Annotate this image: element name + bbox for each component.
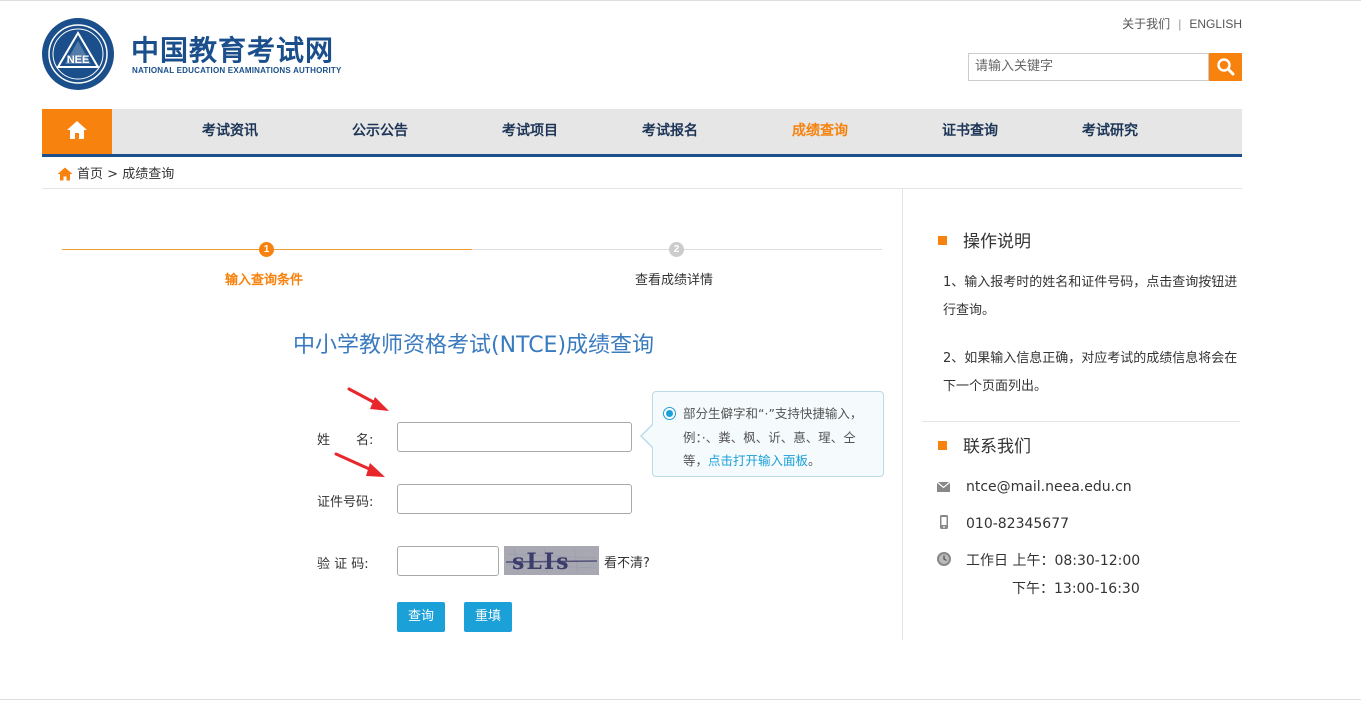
step-1-marker: 1 xyxy=(259,242,274,257)
page: NEE 中国教育考试网 NATIONAL EDUCATION EXAMINATI… xyxy=(0,0,1361,701)
reset-button[interactable]: 重填 xyxy=(464,602,512,632)
hours-pm-text: 下午：13:00-16:30 xyxy=(1012,581,1140,597)
tip-radio-icon xyxy=(663,407,676,420)
id-number-label: 证件号码: xyxy=(317,495,374,510)
captcha-image[interactable]: sLIs xyxy=(504,546,599,575)
breadcrumb: 首页 > 成绩查询 xyxy=(57,163,174,182)
breadcrumb-home[interactable]: 首页 xyxy=(77,167,103,182)
email-text: ntce@mail.neea.edu.cn xyxy=(966,479,1132,495)
tip-text: 部分生僻字和“·”支持快捷输入，例：·、粪、枫、䜣、惪、瑆、仝等，点击打开输入面… xyxy=(683,402,873,473)
nav-underline xyxy=(42,154,1242,157)
mail-icon xyxy=(936,481,951,492)
contact-heading: 联系我们 xyxy=(938,432,1031,457)
id-number-input[interactable] xyxy=(397,484,632,514)
heading-marker-icon xyxy=(938,441,947,450)
nav-item-exam-news[interactable]: 考试资讯 xyxy=(202,109,258,154)
nav-home-button[interactable] xyxy=(42,109,112,154)
captcha-label: 验 证 码: xyxy=(317,557,369,572)
query-button[interactable]: 查询 xyxy=(397,602,445,632)
instruction-2: 2、如果输入信息正确，对应考试的成绩信息将会在下一个页面列出。 xyxy=(943,351,1238,394)
heading-marker-icon xyxy=(938,236,947,245)
step-2-marker: 2 xyxy=(669,242,684,257)
top-links: 关于我们 | ENGLISH xyxy=(1122,15,1242,32)
sidebar-divider xyxy=(922,421,1240,422)
about-link[interactable]: 关于我们 xyxy=(1122,17,1170,31)
open-input-panel-link[interactable]: 点击打开输入面板 xyxy=(708,453,808,468)
site-logo[interactable]: NEE 中国教育考试网 NATIONAL EDUCATION EXAMINATI… xyxy=(41,17,341,92)
nav-item-exam-research[interactable]: 考试研究 xyxy=(1082,109,1138,154)
contact-title: 联系我们 xyxy=(963,437,1031,457)
search-button[interactable] xyxy=(1209,53,1242,81)
phone-text: 010-82345677 xyxy=(966,516,1070,532)
logo-subtitle: NATIONAL EDUCATION EXAMINATIONS AUTHORIT… xyxy=(132,66,342,75)
home-icon xyxy=(67,121,87,139)
instruction-1: 1、输入报考时的姓名和证件号码，点击查询按钮进行查询。 xyxy=(943,275,1238,318)
search-input[interactable]: 请输入关键字 xyxy=(968,53,1209,81)
english-link[interactable]: ENGLISH xyxy=(1189,17,1242,31)
breadcrumb-separator: > xyxy=(107,167,119,182)
phone-icon xyxy=(940,515,948,529)
top-border xyxy=(0,0,1361,1)
breadcrumb-current: 成绩查询 xyxy=(122,167,175,182)
nav-item-certificate-query[interactable]: 证书查询 xyxy=(942,109,998,154)
annotation-arrow-icon xyxy=(347,387,389,411)
name-label: 姓 名: xyxy=(317,433,374,448)
hours-am-text: 工作日 上午：08:30-12:00 xyxy=(966,553,1141,569)
captcha-graphic: sLIs xyxy=(504,546,599,575)
contact-email: ntce@mail.neea.edu.cn xyxy=(936,479,1132,495)
bottom-border xyxy=(0,699,1361,700)
tip-arrow-inner xyxy=(642,425,653,447)
step-2-label: 查看成绩详情 xyxy=(635,273,714,288)
main-nav: 考试资讯 公示公告 考试项目 考试报名 成绩查询 证书查询 考试研究 xyxy=(42,109,1242,154)
nav-item-exam-programs[interactable]: 考试项目 xyxy=(502,109,558,154)
home-small-icon xyxy=(57,167,73,181)
captcha-input[interactable] xyxy=(397,546,499,576)
form-title: 中小学教师资格考试(NTCE)成绩查询 xyxy=(293,333,655,358)
nav-item-announcements[interactable]: 公示公告 xyxy=(352,109,408,154)
instructions-heading: 操作说明 xyxy=(938,227,1031,252)
step-1-label: 输入查询条件 xyxy=(225,273,304,288)
contact-phone: 010-82345677 xyxy=(936,514,1069,532)
breadcrumb-divider xyxy=(42,188,1242,189)
name-input[interactable] xyxy=(397,422,632,452)
search-icon xyxy=(1217,58,1235,76)
svg-text:NEE: NEE xyxy=(67,54,90,66)
captcha-refresh-link[interactable]: 看不清? xyxy=(604,552,650,571)
logo-title: 中国教育考试网 xyxy=(131,34,335,67)
clock-icon xyxy=(937,552,951,566)
logo-emblem-icon: NEE xyxy=(42,18,114,90)
nav-item-score-query[interactable]: 成绩查询 xyxy=(792,109,848,154)
tip-end: 。 xyxy=(808,453,821,468)
link-separator: | xyxy=(1178,17,1182,31)
nav-item-registration[interactable]: 考试报名 xyxy=(642,109,698,154)
instructions-title: 操作说明 xyxy=(963,232,1031,252)
annotation-arrow-icon xyxy=(334,452,385,477)
contact-hours: 工作日 上午：08:30-12:00 xyxy=(936,550,1140,570)
content-divider xyxy=(902,188,903,640)
